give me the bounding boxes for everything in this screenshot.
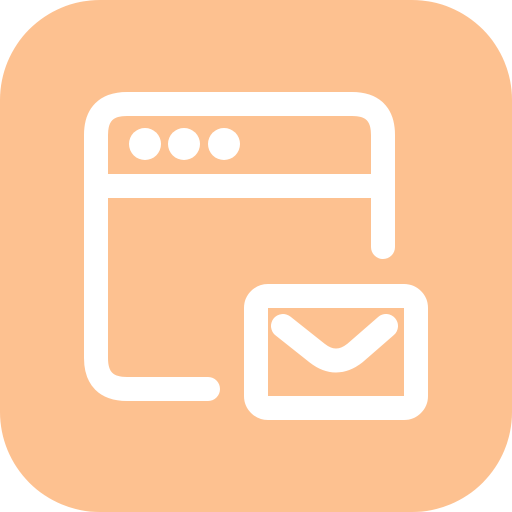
icon-background [0, 0, 512, 512]
browser-dot-icon [168, 128, 200, 160]
browser-dot-icon [129, 128, 161, 160]
browser-dot-icon [208, 128, 240, 160]
app-icon-graphic [0, 0, 512, 512]
browser-mail-app-icon[interactable] [0, 0, 512, 512]
